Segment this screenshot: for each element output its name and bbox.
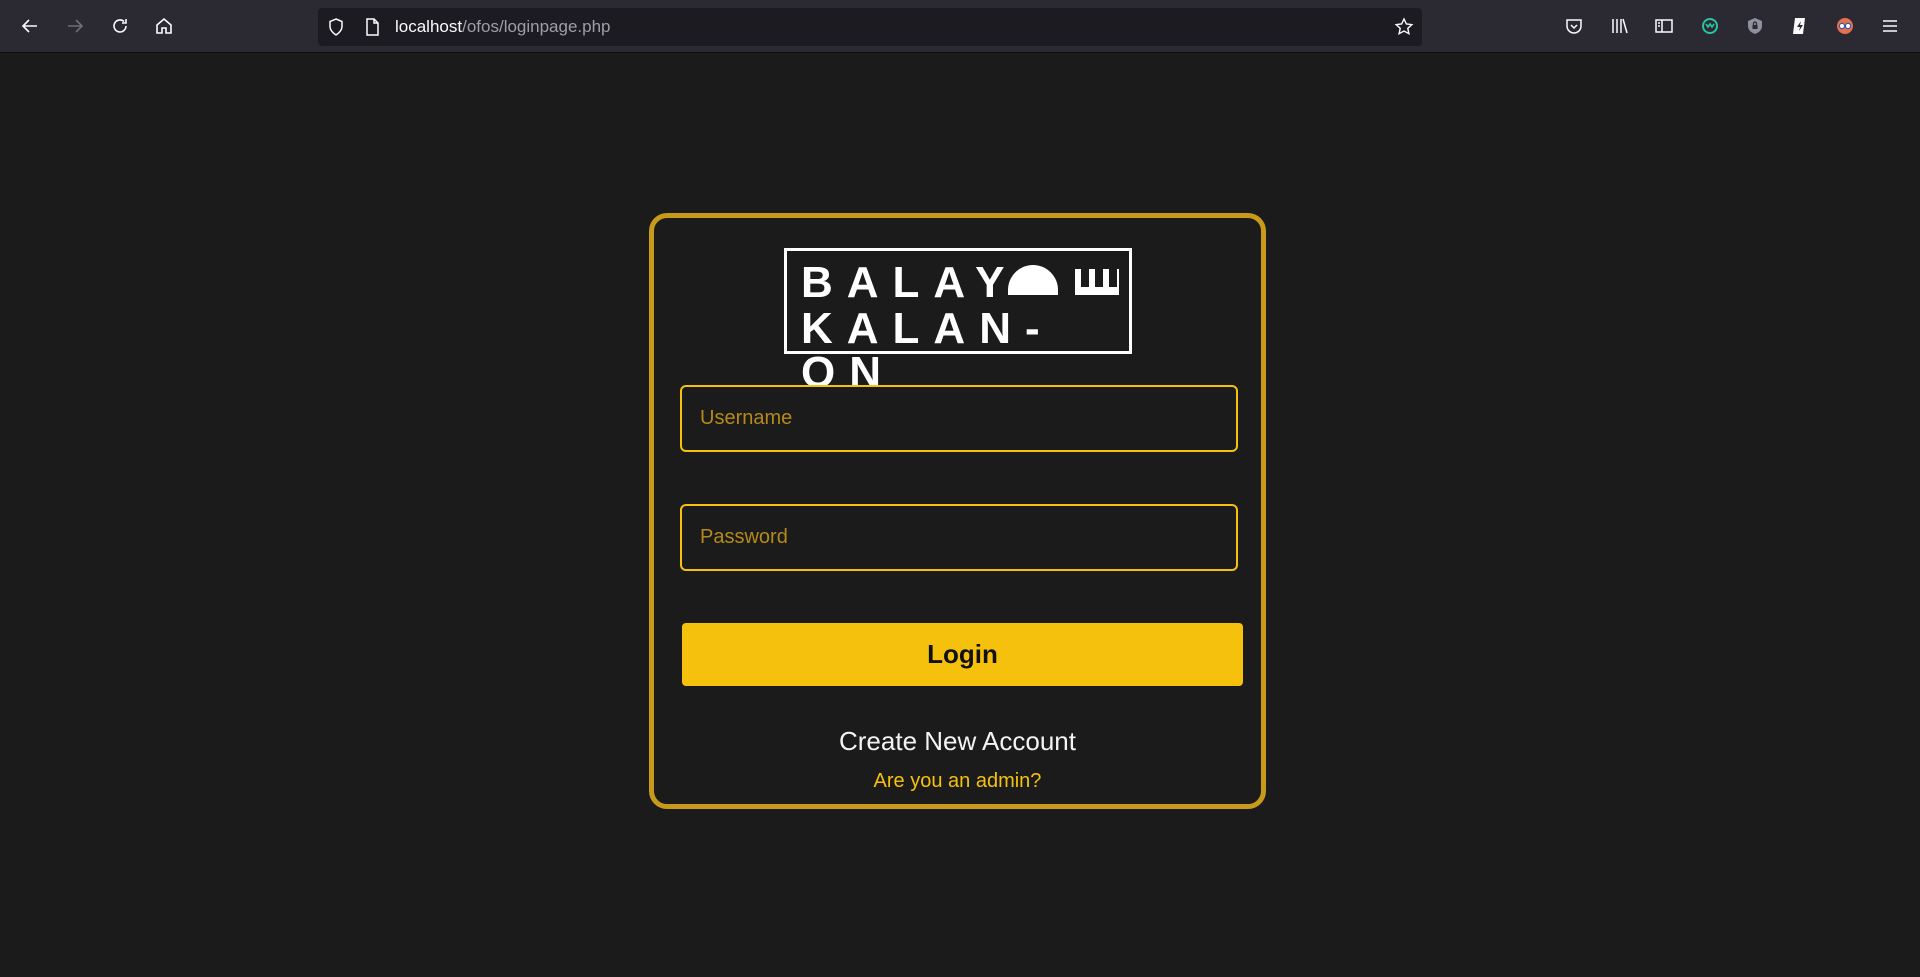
pocket-icon [1566, 19, 1582, 34]
arrow-left-icon [21, 19, 37, 33]
password-input[interactable] [680, 504, 1238, 571]
shield-icon[interactable] [326, 17, 346, 37]
home-button[interactable] [148, 10, 180, 42]
pocket-button[interactable] [1558, 10, 1590, 42]
star-icon[interactable] [1394, 17, 1414, 37]
extension-icon [1702, 18, 1718, 34]
reload-button[interactable] [104, 10, 136, 42]
admin-login-link[interactable]: Are you an admin? [654, 770, 1261, 793]
home-icon [156, 17, 172, 34]
library-button[interactable] [1603, 10, 1635, 42]
extension-button-1[interactable] [1694, 10, 1726, 42]
extension-button-2[interactable] [1739, 10, 1771, 42]
back-button[interactable] [14, 10, 46, 42]
extension-button-4[interactable] [1829, 10, 1861, 42]
url-path: /ofos/loginpage.php [462, 17, 611, 36]
url-bar[interactable]: localhost/ofos/loginpage.php [318, 8, 1422, 46]
brand-logo: BALAY KALAN-ON [784, 248, 1132, 395]
url-text[interactable]: localhost/ofos/loginpage.php [395, 17, 611, 37]
extension-button-3[interactable] [1784, 10, 1816, 42]
extension-icon [1793, 18, 1805, 34]
arrow-right-icon [68, 19, 84, 33]
extension-icon [1748, 18, 1762, 34]
menu-button[interactable] [1874, 10, 1906, 42]
login-button[interactable]: Login [682, 623, 1243, 686]
username-input[interactable] [680, 385, 1238, 452]
sidebar-icon [1655, 19, 1673, 33]
create-account-link[interactable]: Create New Account [654, 726, 1261, 757]
sidebar-button[interactable] [1648, 10, 1680, 42]
page-icon[interactable] [362, 17, 382, 37]
logo-line-2: KALAN-ON [801, 304, 1054, 397]
login-card: BALAY KALAN-ON Login Create New Account … [649, 213, 1266, 809]
logo-line-1: BALAY [801, 258, 1019, 307]
hamburger-menu-icon [1883, 20, 1897, 32]
forward-button[interactable] [59, 10, 91, 42]
reload-icon [113, 19, 127, 33]
url-host: localhost [395, 17, 463, 36]
pot-icon [1075, 269, 1119, 295]
library-icon [1612, 18, 1628, 34]
extension-icon [1837, 18, 1853, 34]
browser-toolbar: localhost/ofos/loginpage.php [0, 0, 1920, 53]
